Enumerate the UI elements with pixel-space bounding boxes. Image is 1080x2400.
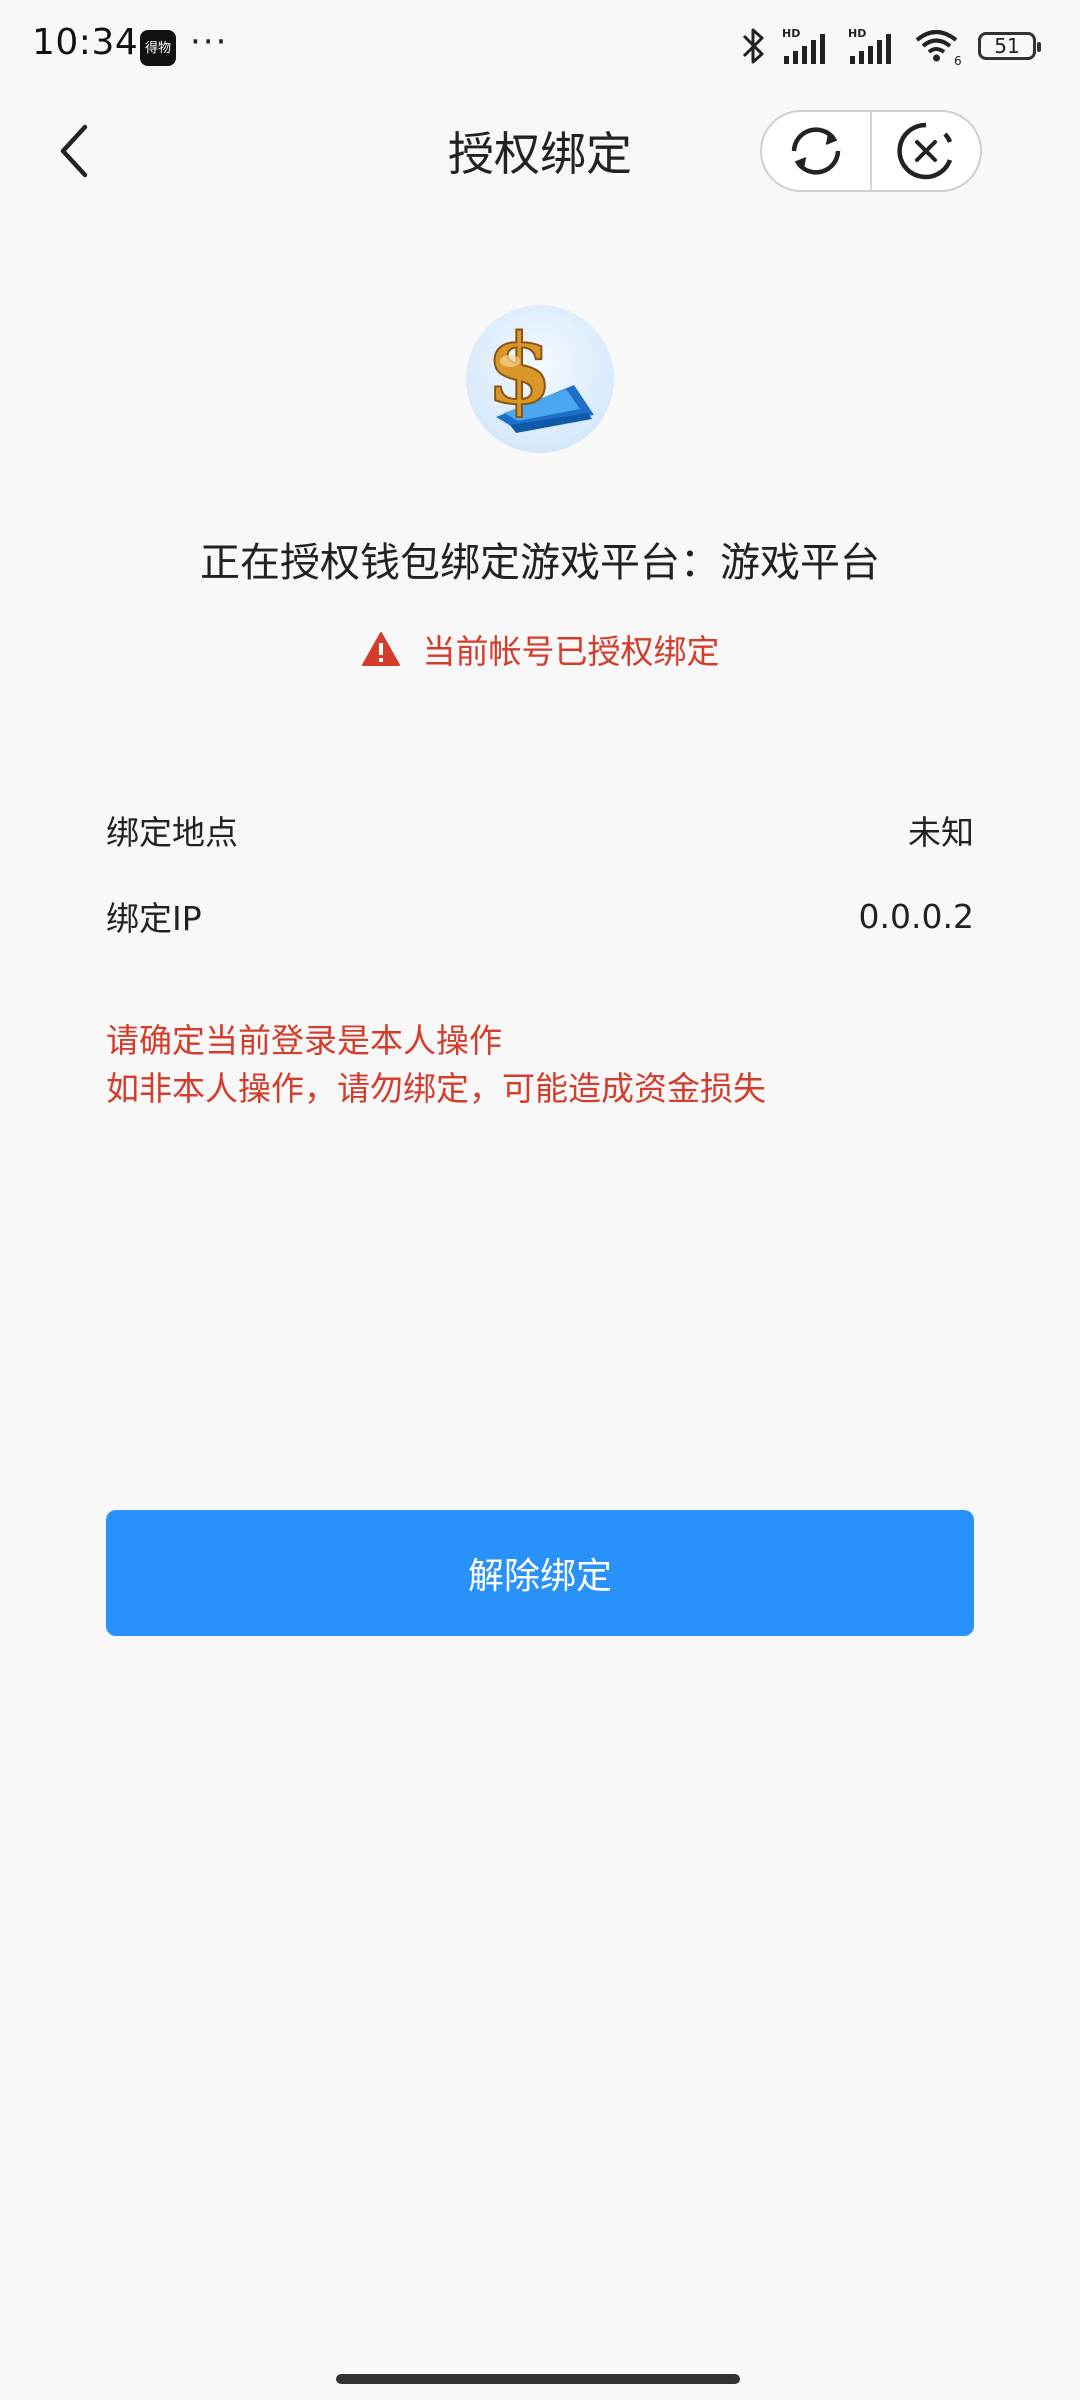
header: 授权绑定	[0, 96, 1080, 206]
signal-icon: HD	[782, 27, 825, 64]
wifi-generation-label: 6	[954, 54, 962, 66]
risk-notice-line-2: 如非本人操作，请勿绑定，可能造成资金损失	[106, 1069, 766, 1108]
status-bar: 10:34 得物 ··· HD HD 6 51	[0, 0, 1080, 96]
signal-icon-2: HD	[848, 27, 891, 64]
binding-location-value: 未知	[908, 813, 974, 852]
status-more-dots: ···	[190, 22, 229, 62]
dollar-logo-icon: $	[485, 312, 594, 433]
signal-hd-label: HD	[782, 27, 800, 40]
status-icons: HD HD 6 51	[738, 26, 1041, 66]
risk-notice: 请确定当前登录是本人操作 如非本人操作，请勿绑定，可能造成资金损失	[106, 1017, 986, 1113]
battery-icon: 51	[978, 32, 1041, 60]
risk-notice-line-1: 请确定当前登录是本人操作	[106, 1021, 502, 1060]
close-button[interactable]	[872, 112, 980, 190]
warning-text: 当前帐号已授权绑定	[422, 632, 720, 671]
binding-ip-row: 绑定IP 0.0.0.2	[106, 891, 974, 941]
home-indicator[interactable]	[336, 2374, 740, 2384]
warning-row: 当前帐号已授权绑定	[0, 625, 1080, 673]
binding-ip-value: 0.0.0.2	[858, 896, 974, 936]
app-notification-icon: 得物	[140, 30, 176, 66]
platform-logo: $	[466, 305, 614, 453]
bluetooth-icon	[742, 28, 764, 64]
warning-triangle-icon	[361, 632, 400, 666]
refresh-icon	[791, 127, 841, 175]
binding-location-label: 绑定地点	[106, 813, 238, 852]
signal-hd-label-2: HD	[848, 27, 866, 40]
screen: 10:34 得物 ··· HD HD 6 51 授权绑定 $ 正在授权钱包绑定游…	[0, 0, 1080, 2400]
binding-ip-label: 绑定IP	[106, 899, 202, 938]
battery-level: 51	[994, 34, 1020, 58]
app-notification-label: 得物	[144, 40, 171, 56]
svg-text:$: $	[486, 313, 553, 426]
wifi-icon: 6	[915, 30, 962, 66]
status-time: 10:34	[32, 22, 139, 63]
unbind-button[interactable]: 解除绑定	[106, 1510, 974, 1636]
auth-title: 正在授权钱包绑定游戏平台：游戏平台	[200, 540, 880, 586]
mini-program-capsule	[760, 110, 982, 192]
refresh-button[interactable]	[762, 112, 870, 190]
close-circle-icon	[897, 122, 953, 180]
binding-location-row: 绑定地点 未知	[106, 805, 974, 855]
